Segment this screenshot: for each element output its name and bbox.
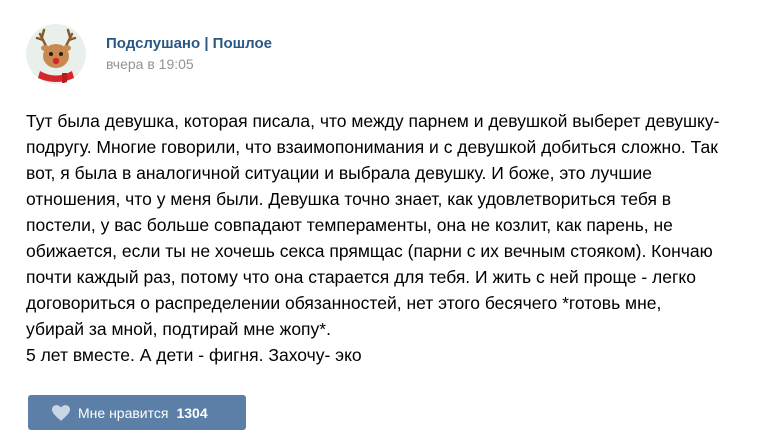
post-text-line: убирай за мной, подтирай мне жопу*. [26, 319, 331, 339]
like-count: 1304 [176, 404, 208, 421]
post-text: Тут была девушка, которая писала, что ме… [26, 108, 762, 368]
post-text-line: договориться о распределении обязанносте… [26, 293, 662, 313]
post-text-line: постели, у вас больше совпадают темперам… [26, 215, 673, 235]
post-text-line: почти каждый раз, потому что она старает… [26, 267, 696, 287]
post-text-line: подругу. Многие говорили, что взаимопони… [26, 137, 718, 157]
like-label: Мне нравится [78, 404, 169, 421]
post-text-line: Тут была девушка, которая писала, что ме… [26, 111, 720, 131]
community-avatar[interactable] [26, 24, 86, 84]
post-time-link[interactable]: вчера в 19:05 [106, 56, 194, 72]
heart-icon [52, 404, 70, 421]
post-text-line: вот, я была в аналогичной ситуации и выб… [26, 163, 652, 183]
reindeer-avatar-icon [26, 24, 86, 84]
post-text-line: обижается, если ты не хочешь секса прямщ… [26, 241, 713, 261]
post: Подслушано | Пошлое вчера в 19:05 Тут бы… [0, 0, 781, 438]
post-text-line: отношения, что у меня были. Девушка точн… [26, 189, 672, 209]
post-text-line: 5 лет вместе. А дети - фигня. Захочу- эк… [26, 345, 362, 365]
community-name-link[interactable]: Подслушано | Пошлое [106, 35, 272, 52]
like-button[interactable]: Мне нравится 1304 [28, 395, 246, 430]
